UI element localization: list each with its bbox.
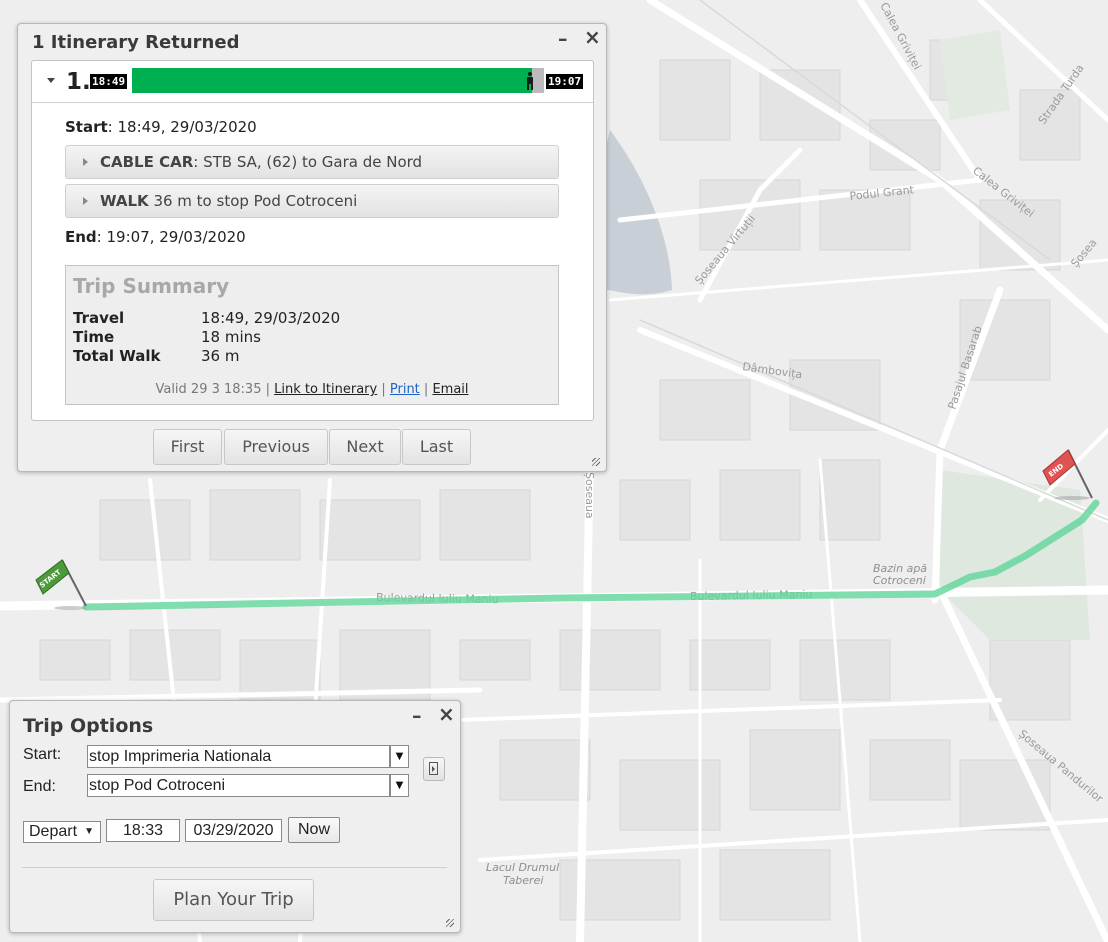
depart-select[interactable]: Depart ▼ — [23, 821, 101, 843]
map-label: Lacul Drumul — [486, 861, 559, 874]
map-label: Șoseaua — [583, 472, 596, 519]
itinerary-panel-title: 1 Itinerary Returned — [32, 32, 240, 53]
leg-description: : STB SA, (62) to Gara de Nord — [193, 153, 423, 171]
timeline-end-time: 19:07 — [546, 74, 584, 89]
reverse-trip-button[interactable] — [423, 757, 445, 781]
expand-arrow-icon — [83, 197, 88, 205]
trip-summary: Trip Summary Travel 18:49, 29/03/2020 Tim… — [65, 265, 559, 405]
resize-grip-icon[interactable] — [592, 458, 600, 466]
itinerary-details: 1. 18:49 19:07 Start: 18:49, 29/03/2020 … — [31, 60, 594, 421]
divider — [22, 867, 447, 868]
reverse-icon — [429, 762, 438, 775]
last-button[interactable]: Last — [402, 429, 471, 465]
walk-icon — [526, 72, 534, 90]
previous-button[interactable]: Previous — [224, 429, 328, 465]
leg-cable-car[interactable]: CABLE CAR: STB SA, (62) to Gara de Nord — [65, 145, 559, 179]
leg-mode: CABLE CAR — [100, 153, 194, 171]
date-input[interactable]: 03/29/2020 — [185, 819, 282, 842]
start-input[interactable]: stop Imprimeria Nationala — [87, 745, 390, 768]
map-label: Taberei — [503, 874, 543, 887]
time-input[interactable]: 18:33 — [106, 819, 180, 842]
end-input[interactable]: stop Pod Cotroceni — [87, 774, 390, 797]
separator: | — [381, 382, 386, 397]
summary-value: 18:49, 29/03/2020 — [201, 309, 341, 327]
timeline-start-time: 18:49 — [90, 74, 128, 89]
now-button[interactable]: Now — [288, 817, 340, 843]
summary-footer: Valid 29 3 18:35 | Link to Itinerary | P… — [66, 382, 558, 397]
summary-label: Travel — [73, 309, 125, 327]
valid-text: Valid 29 3 18:35 | — [155, 382, 270, 397]
summary-row: Travel 18:49, 29/03/2020 — [73, 309, 340, 327]
depart-select-value: Depart — [29, 823, 78, 840]
leg-walk[interactable]: WALK 36 m to stop Pod Cotroceni — [65, 184, 559, 218]
summary-value: 36 m — [201, 347, 240, 365]
close-button[interactable]: × — [438, 704, 455, 724]
summary-label: Time — [73, 328, 115, 346]
leg-mode: WALK — [100, 192, 149, 210]
minimize-button[interactable]: – — [412, 707, 422, 726]
trip-options-title: Trip Options — [23, 715, 154, 737]
close-button[interactable]: × — [584, 27, 601, 47]
summary-row: Time 18 mins — [73, 328, 261, 346]
summary-label: Total Walk — [73, 347, 161, 365]
end-value: : 19:07, 29/03/2020 — [96, 228, 246, 246]
link-to-itinerary[interactable]: Link to Itinerary — [274, 382, 377, 397]
first-button[interactable]: First — [153, 429, 222, 465]
summary-row: Total Walk 36 m — [73, 347, 239, 365]
email-link[interactable]: Email — [432, 382, 468, 397]
resize-grip-icon[interactable] — [446, 919, 454, 927]
start-dropdown-button[interactable]: ▼ — [390, 745, 409, 768]
trip-summary-title: Trip Summary — [73, 274, 230, 298]
summary-value: 18 mins — [201, 328, 261, 346]
end-time-row: End: 19:07, 29/03/2020 — [65, 228, 246, 246]
start-time-row: Start: 18:49, 29/03/2020 — [65, 118, 257, 136]
start-label: Start — [65, 118, 108, 136]
timeline-bar[interactable] — [132, 68, 532, 93]
itinerary-panel: 1 Itinerary Returned – × 1. 18:49 19:07 … — [17, 23, 607, 472]
next-button[interactable]: Next — [329, 429, 401, 465]
map-label: Cotroceni — [873, 574, 926, 587]
minimize-button[interactable]: – — [558, 30, 568, 49]
trip-options-panel: Trip Options – × Start: stop Imprimeria … — [9, 700, 461, 933]
leg-description: 36 m to stop Pod Cotroceni — [148, 192, 358, 210]
end-field-label: End: — [23, 778, 56, 795]
start-field-label: Start: — [23, 746, 62, 763]
start-value: : 18:49, 29/03/2020 — [107, 118, 257, 136]
chevron-down-icon: ▼ — [84, 826, 94, 837]
end-dropdown-button[interactable]: ▼ — [390, 774, 409, 797]
plan-trip-button[interactable]: Plan Your Trip — [153, 879, 314, 921]
end-label: End — [65, 228, 97, 246]
separator: | — [423, 382, 429, 397]
itinerary-number: 1. — [66, 69, 91, 95]
collapse-arrow-icon[interactable] — [47, 78, 55, 83]
itinerary-header[interactable]: 1. 18:49 19:07 — [32, 61, 593, 103]
print-link[interactable]: Print — [390, 382, 420, 397]
expand-arrow-icon — [83, 158, 88, 166]
